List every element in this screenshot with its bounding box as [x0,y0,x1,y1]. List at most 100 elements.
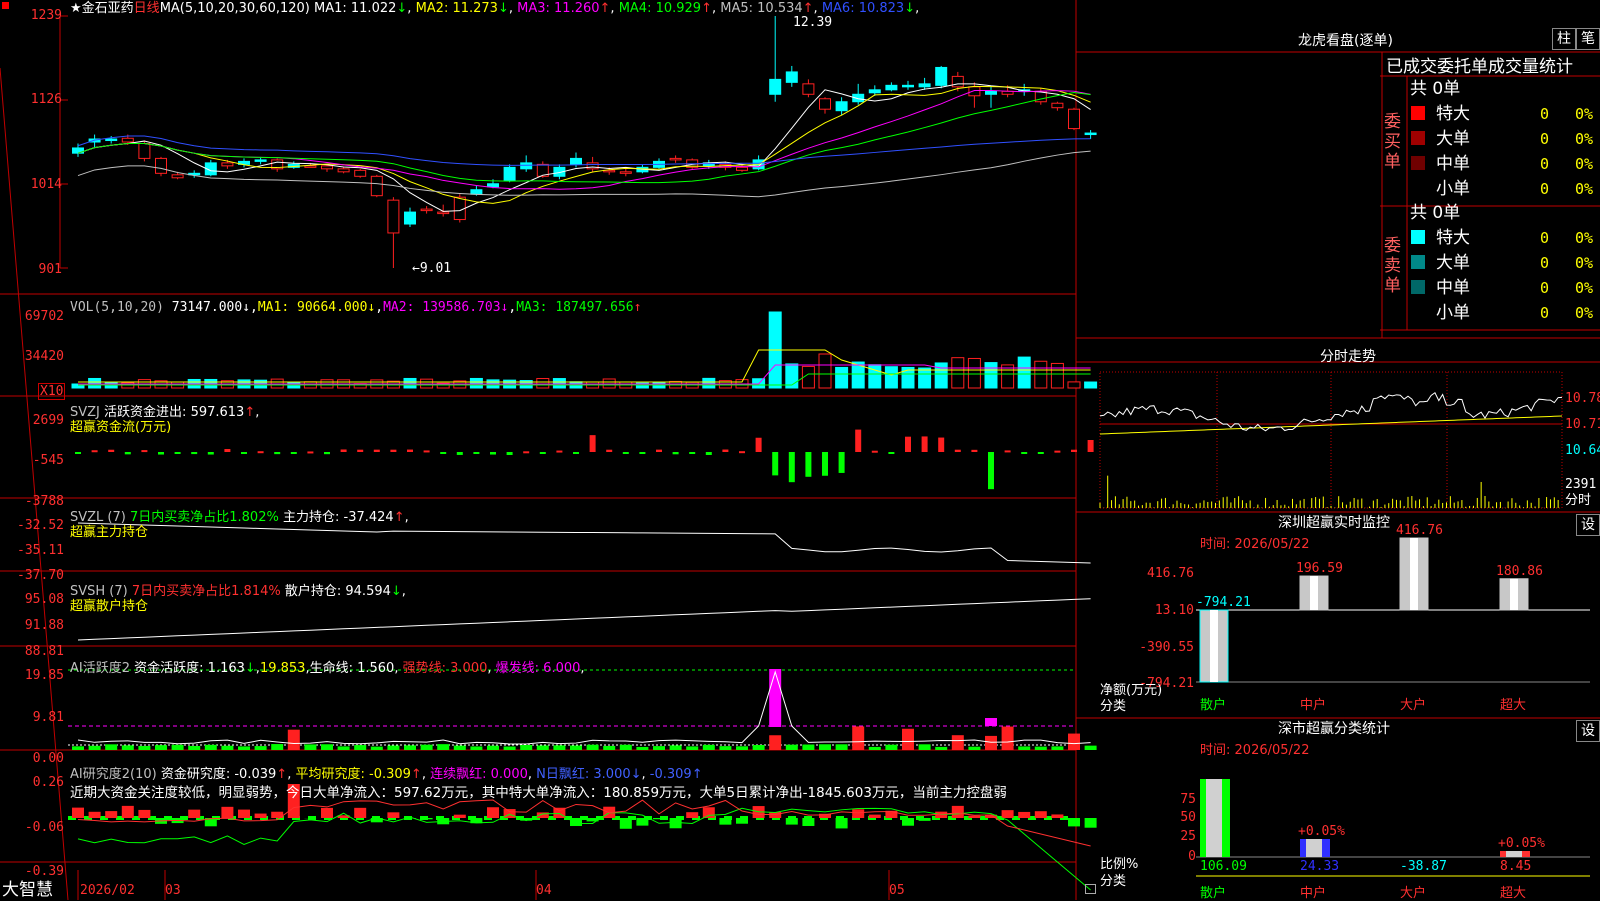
research-bar [221,807,233,818]
lock-icon[interactable] [1085,884,1096,894]
candle-body [1069,109,1080,128]
sz-stats-tick: 50 [1160,810,1196,825]
activity-bar [172,745,184,750]
sz-stats-bar-label: 106.09 [1200,859,1247,874]
stock-name: 金石亚药 [82,1,134,16]
ma-arrow: ↓ [396,1,407,16]
fundflow-bar [905,437,911,452]
activity-bar [537,745,549,750]
sz-stats-bar-highlight [1506,851,1522,857]
activity-bar [703,745,715,750]
fundflow-bar [424,450,430,452]
buy-row-label: 大单 [1436,129,1470,149]
high-annotation: 12.39 [793,15,832,30]
activity-bar [819,744,831,750]
ai2-tick: -0.39 [0,864,64,879]
fundflow-bar [938,438,944,452]
ai2-tick: -0.06 [0,820,64,835]
tab-volume-stats[interactable]: 成交量统计 [1488,57,1573,77]
sz-monitor-tick: -390.55 [1130,640,1194,655]
fundflow-bar [141,450,147,452]
activity-bar [155,745,167,750]
price-tick: 1014 [0,177,62,192]
research-bar [902,818,914,826]
research-bar [1051,814,1063,818]
candle-body [869,90,880,93]
fundflow-bar [623,452,629,454]
activity-bar [1085,746,1097,750]
research-line [78,808,1091,890]
favorite-star-icon[interactable]: ★ [70,1,82,16]
fundflow-bar [1088,440,1094,452]
research-bar [686,812,698,818]
activity-bar [404,745,416,750]
ma-value-4: MA4: 10.929 [615,1,702,16]
svsh-header: SVSH (7) 7日内买卖净占比1.814% 散户持仓: 94.594↓, [70,584,406,599]
fundflow-bar [1005,450,1011,452]
fundflow-bar [241,452,247,454]
tab-orders[interactable]: 委托单 [1437,57,1488,77]
buy-row-count: 0 [1540,179,1549,199]
sell-swatch [1411,230,1425,244]
activity-bar [719,746,731,750]
fundflow-bar [175,452,181,454]
price-tick: 901 [0,262,62,277]
candle-body [521,163,532,169]
ai1-tick: 19.85 [0,668,64,683]
volume-bar [703,378,715,388]
candle-body [305,166,316,168]
fundflow-bar [722,450,728,452]
volume-bar [1018,357,1030,388]
fundflow-bar [407,450,413,452]
period-label[interactable]: 日线 [134,1,160,16]
fundflow-bar [274,452,280,454]
chart-canvas[interactable] [0,0,1600,900]
volume-bar [470,378,482,388]
activity-bar [122,745,134,750]
candle-body [255,160,266,162]
research-bar [387,812,399,818]
ma-arrow: ↑ [600,1,611,16]
fundflow-bar [357,450,363,452]
activity-bar [968,747,980,750]
sz-monitor-tick: 416.76 [1130,566,1194,581]
sell-row-pct: 0% [1575,253,1593,273]
volume-bar [404,378,416,388]
buy-row-count: 0 [1540,129,1549,149]
svzl-tick: -37.70 [0,568,64,583]
fundflow-bar [573,452,579,454]
activity-bar [138,746,150,750]
tab-filled[interactable]: 已成交 [1386,57,1437,77]
candle-body [421,209,432,211]
candle-body [1085,133,1096,135]
fundflow-bar [872,451,878,453]
fundflow-bar [590,435,596,452]
intraday-frame [1100,372,1562,508]
bar-mode-button[interactable]: 柱 [1552,28,1576,50]
activity-bar [769,735,781,750]
activity-bar [520,745,532,750]
fundflow-bar [606,450,612,452]
research-bar [454,815,466,818]
candle-body [139,143,150,158]
activity-bar [1018,746,1030,750]
fundflow-bar [125,452,131,454]
sz-monitor-bar-highlight [1510,579,1518,610]
research-bar [620,818,632,829]
tick-mode-button[interactable]: 笔 [1576,28,1600,50]
buy-side-label: 委买单 [1384,112,1402,172]
sz-stats-bar-label: 24.33 [1300,859,1339,874]
activity-bar [802,745,814,750]
activity-bar [869,747,881,750]
candle-body [172,175,183,178]
candle-body [886,85,897,89]
volume-bar [786,364,798,388]
activity-bar [504,747,516,750]
sz-monitor-settings-button[interactable]: 设 [1576,514,1600,536]
volume-bar [919,368,931,388]
research-bar [653,818,665,819]
vol-unit-badge[interactable]: X10 [38,383,65,400]
sz-monitor-category: 大户 [1400,698,1426,713]
sz-stats-settings-button[interactable]: 设 [1576,720,1600,742]
svzj-subtitle: 超赢资金流(万元) [70,420,171,435]
